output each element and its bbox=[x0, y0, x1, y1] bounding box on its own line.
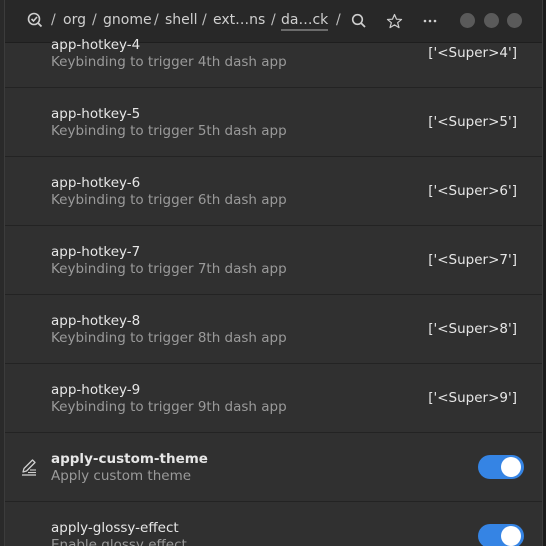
key-description: Keybinding to trigger 7th dash app bbox=[51, 261, 287, 277]
key-description: Apply custom theme bbox=[51, 468, 192, 484]
key-name: app-hotkey-8 bbox=[51, 313, 141, 329]
key-row-app-hotkey-7[interactable]: app-hotkey-7 Keybinding to trigger 7th d… bbox=[5, 226, 542, 295]
key-description: Keybinding to trigger 8th dash app bbox=[51, 330, 287, 346]
key-name: app-hotkey-4 bbox=[51, 37, 141, 53]
switch-knob bbox=[501, 457, 521, 477]
key-description: Keybinding to trigger 5th dash app bbox=[51, 123, 287, 139]
key-name: apply-glossy-effect bbox=[51, 520, 179, 536]
key-name: app-hotkey-5 bbox=[51, 106, 141, 122]
key-value: ['<Super>4'] bbox=[428, 45, 517, 61]
key-row-apply-custom-theme[interactable]: apply-custom-theme Apply custom theme bbox=[5, 433, 542, 502]
key-value: ['<Super>6'] bbox=[428, 183, 517, 199]
key-description: Keybinding to trigger 6th dash app bbox=[51, 192, 287, 208]
key-row-apply-glossy-effect[interactable]: apply-glossy-effect Enable glossy effect bbox=[5, 502, 542, 546]
key-value: ['<Super>9'] bbox=[428, 390, 517, 406]
key-row-app-hotkey-6[interactable]: app-hotkey-6 Keybinding to trigger 6th d… bbox=[5, 157, 542, 226]
key-value: ['<Super>5'] bbox=[428, 114, 517, 130]
key-description: Keybinding to trigger 9th dash app bbox=[51, 399, 287, 415]
key-value: ['<Super>7'] bbox=[428, 252, 517, 268]
key-description: Enable glossy effect bbox=[51, 537, 187, 546]
modified-edit-icon bbox=[22, 459, 36, 476]
apply-custom-theme-switch[interactable] bbox=[478, 455, 524, 479]
dconf-editor-window: / org / gnome / shell / ext…ns / da…ck / bbox=[4, 0, 543, 546]
key-description: Keybinding to trigger 4th dash app bbox=[51, 54, 287, 70]
key-name: app-hotkey-9 bbox=[51, 382, 141, 398]
key-row-app-hotkey-8[interactable]: app-hotkey-8 Keybinding to trigger 8th d… bbox=[5, 295, 542, 364]
key-row-app-hotkey-4[interactable]: app-hotkey-4 Keybinding to trigger 4th d… bbox=[5, 19, 542, 88]
apply-glossy-effect-switch[interactable] bbox=[478, 524, 524, 546]
key-value: ['<Super>8'] bbox=[428, 321, 517, 337]
key-row-app-hotkey-9[interactable]: app-hotkey-9 Keybinding to trigger 9th d… bbox=[5, 364, 542, 433]
key-name: apply-custom-theme bbox=[51, 451, 208, 467]
key-row-app-hotkey-5[interactable]: app-hotkey-5 Keybinding to trigger 5th d… bbox=[5, 88, 542, 157]
switch-knob bbox=[501, 526, 521, 546]
key-name: app-hotkey-7 bbox=[51, 244, 141, 260]
key-name: app-hotkey-6 bbox=[51, 175, 141, 191]
